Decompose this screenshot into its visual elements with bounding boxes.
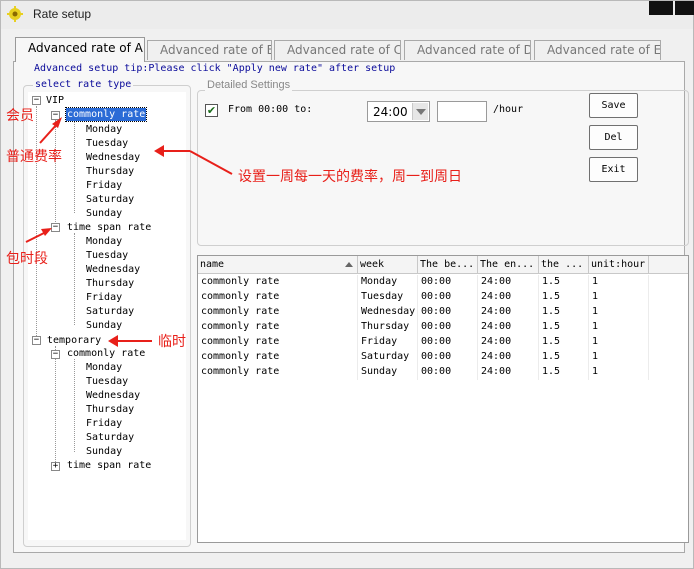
arrow-weekly-upper xyxy=(189,150,233,175)
annotation-arrows xyxy=(25,117,233,347)
arrow-to-time-span xyxy=(25,231,47,243)
tab-advanced-rate-a[interactable]: Advanced rate of A xyxy=(15,37,145,62)
